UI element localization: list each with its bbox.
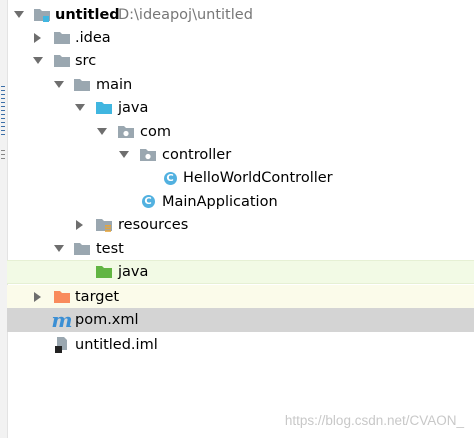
- gutter-tick: [1, 110, 5, 111]
- package-icon: [139, 146, 157, 164]
- chevron-down-icon[interactable]: [74, 102, 86, 114]
- tree-item-label: pom.xml: [75, 312, 139, 329]
- gutter-tick: [1, 118, 5, 119]
- module-folder-icon: [33, 6, 51, 24]
- gutter-tick: [1, 94, 5, 95]
- chevron-right-icon[interactable]: [32, 291, 44, 303]
- tree-item-label: MainApplication: [162, 193, 278, 210]
- chevron-down-icon[interactable]: [32, 55, 44, 67]
- tree-row-src[interactable]: src: [7, 50, 474, 73]
- gutter-tick: [1, 114, 5, 115]
- tree-row-mainapplication[interactable]: C MainApplication: [7, 190, 474, 213]
- chevron-down-icon[interactable]: [53, 243, 65, 255]
- tree-row-helloworldcontroller[interactable]: C HelloWorldController: [7, 167, 474, 190]
- tree-row-idea[interactable]: .idea: [7, 26, 474, 49]
- project-name: untitled: [55, 6, 120, 23]
- gutter-tick: [1, 154, 5, 155]
- gutter-tick: [1, 106, 5, 107]
- chevron-down-icon[interactable]: [13, 9, 25, 21]
- tree-row-java-test[interactable]: java: [7, 260, 474, 284]
- gutter-tick: [1, 90, 5, 91]
- chevron-right-icon[interactable]: [74, 219, 86, 231]
- tree-row-main[interactable]: main: [7, 73, 474, 96]
- tree-item-label: controller: [162, 147, 232, 164]
- source-folder-icon: [95, 99, 113, 117]
- chevron-down-icon[interactable]: [53, 79, 65, 91]
- excluded-folder-icon: [53, 288, 71, 306]
- test-folder-icon: [95, 263, 113, 281]
- tree-row-test[interactable]: test: [7, 237, 474, 260]
- tree-row-target[interactable]: target: [7, 285, 474, 309]
- tree-item-label: resources: [118, 217, 189, 234]
- tree-row-root[interactable]: untitled D:\ideapoj\untitled: [7, 3, 474, 26]
- package-icon: [117, 123, 135, 141]
- gutter-tick: [1, 150, 5, 151]
- tree-item-label: com: [140, 123, 171, 140]
- maven-icon: m: [51, 308, 73, 333]
- maven-letter: m: [51, 308, 73, 333]
- resources-folder-icon: [95, 216, 113, 234]
- gutter-tick: [1, 158, 5, 159]
- gutter-tick: [1, 134, 5, 135]
- chevron-right-icon[interactable]: [32, 32, 44, 44]
- tree-item-label: target: [75, 288, 120, 305]
- folder-icon: [53, 52, 71, 70]
- gutter-tick: [1, 130, 5, 131]
- gutter-tick: [1, 86, 5, 87]
- tree-item-label: .idea: [75, 30, 111, 47]
- class-letter: C: [163, 171, 177, 185]
- project-path: D:\ideapoj\untitled: [118, 6, 253, 23]
- folder-icon: [53, 29, 71, 47]
- class-icon: C: [161, 169, 179, 187]
- tree-row-untitled-iml[interactable]: untitled.iml: [7, 333, 474, 356]
- folder-icon: [73, 240, 91, 258]
- tree-item-label: untitled.iml: [75, 336, 158, 353]
- folder-icon: [73, 76, 91, 94]
- watermark: https://blog.csdn.net/CVAON_: [284, 413, 464, 428]
- gutter-tick: [1, 126, 5, 127]
- tree-item-label: HelloWorldController: [183, 170, 333, 187]
- tree-item-label: java: [118, 100, 149, 117]
- tree-item-label: main: [96, 76, 133, 93]
- tree-row-pom-xml[interactable]: m pom.xml: [7, 308, 474, 333]
- gutter-tick: [1, 122, 5, 123]
- tree-item-label: test: [96, 240, 124, 257]
- tree-item-label: src: [75, 53, 97, 70]
- chevron-down-icon[interactable]: [118, 149, 130, 161]
- tree-row-java-sources[interactable]: java: [7, 97, 474, 120]
- tree-row-controller[interactable]: controller: [7, 143, 474, 166]
- class-letter: C: [141, 195, 155, 209]
- tree-row-com[interactable]: com: [7, 120, 474, 143]
- gutter-tick: [1, 102, 5, 103]
- chevron-down-icon[interactable]: [96, 126, 108, 138]
- tree-row-resources[interactable]: resources: [7, 214, 474, 237]
- tree-item-label: java: [118, 264, 149, 281]
- iml-file-icon: [53, 336, 71, 354]
- class-icon: C: [139, 193, 157, 211]
- gutter-tick: [1, 98, 5, 99]
